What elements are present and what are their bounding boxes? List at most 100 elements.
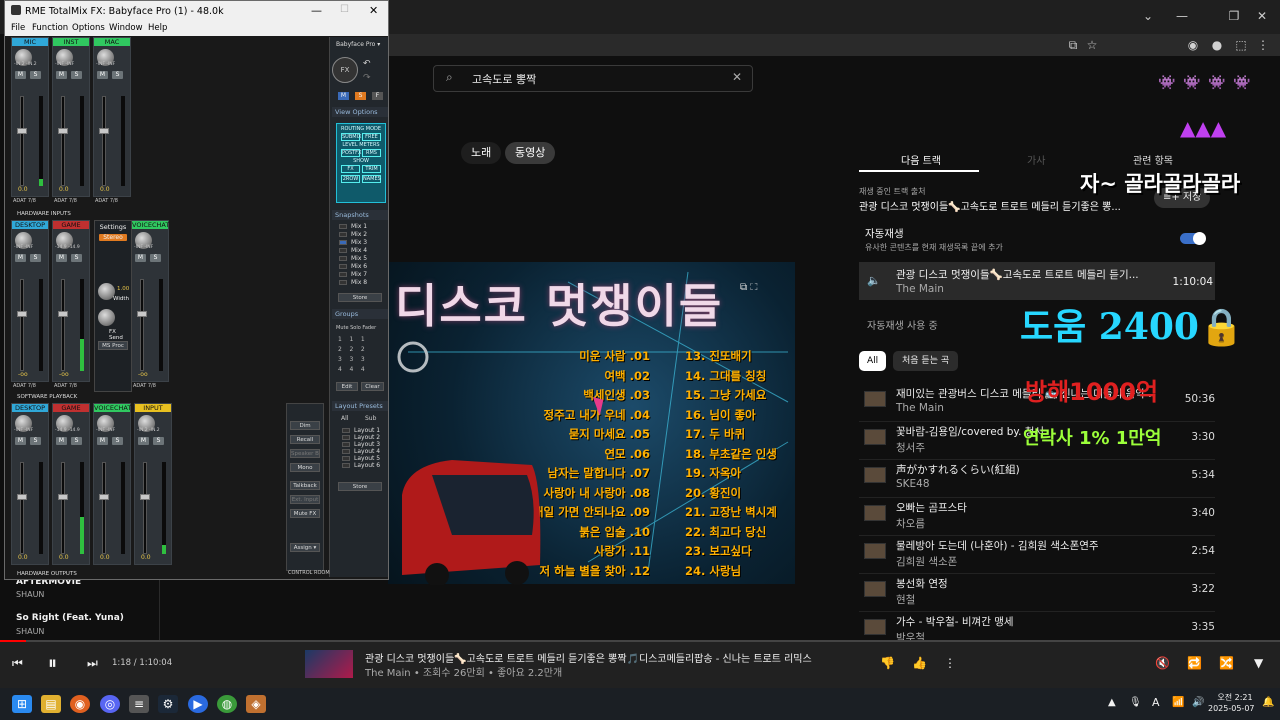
- layout-item[interactable]: Layout 1: [338, 427, 386, 434]
- control-room-button[interactable]: Talkback: [290, 481, 320, 490]
- file-explorer-icon[interactable]: ▤: [41, 695, 61, 713]
- shuffle-icon[interactable]: 🔀: [1219, 656, 1234, 670]
- solo-button[interactable]: S: [30, 71, 41, 79]
- fullscreen-icon[interactable]: ⧉ ⛶: [740, 282, 757, 293]
- minimize-icon[interactable]: —: [1172, 6, 1192, 26]
- bookmark-icon[interactable]: ☆: [1083, 36, 1101, 54]
- fader-track[interactable]: [61, 279, 65, 371]
- menu-options[interactable]: Options: [72, 23, 105, 33]
- fader-cap[interactable]: [140, 494, 150, 501]
- device-selector[interactable]: Babyface Pro ▾: [336, 41, 380, 48]
- layout-tab-all[interactable]: All: [341, 415, 348, 422]
- mute-button[interactable]: M: [15, 254, 26, 262]
- mute-button[interactable]: M: [56, 254, 67, 262]
- notification-icon[interactable]: 🔔: [1262, 697, 1274, 708]
- channel-name[interactable]: MIC: [12, 38, 48, 46]
- fader-cap[interactable]: [17, 494, 27, 501]
- channel-name[interactable]: INPUT: [135, 404, 171, 412]
- control-room-button[interactable]: Ext. Input: [290, 495, 320, 504]
- extension-icon[interactable]: ◉: [1184, 36, 1202, 54]
- current-track-row[interactable]: 🔈 관광 디스코 멋쟁이들🦴고속도로 트로트 메들리 듣기... The Mai…: [859, 262, 1215, 300]
- repeat-icon[interactable]: 🔁: [1187, 656, 1202, 670]
- control-room-button[interactable]: Recall: [290, 435, 320, 444]
- chip-new[interactable]: 처음 듣는 곡: [893, 351, 959, 371]
- layout-presets-header[interactable]: Layout Presets: [332, 401, 388, 411]
- solo-button[interactable]: S: [112, 71, 123, 79]
- totalmix-icon[interactable]: ≡: [129, 695, 149, 713]
- fader-track[interactable]: [102, 96, 106, 186]
- profile-icon[interactable]: ●: [1208, 36, 1226, 54]
- mute-button[interactable]: M: [15, 71, 26, 79]
- 2row-button[interactable]: 2ROW: [341, 175, 360, 183]
- solo-button[interactable]: S: [150, 254, 161, 262]
- groups-edit-button[interactable]: Edit: [336, 382, 358, 391]
- fader-cap[interactable]: [58, 127, 68, 134]
- tab-next-track[interactable]: 다음 트랙: [901, 152, 941, 167]
- fader-cap[interactable]: [58, 494, 68, 501]
- fader-cap[interactable]: [17, 311, 27, 318]
- expand-icon[interactable]: ▼: [1254, 656, 1263, 670]
- discord-icon[interactable]: ◎: [100, 695, 120, 713]
- layout-item[interactable]: Layout 3: [338, 441, 386, 448]
- app-icon[interactable]: ▶: [188, 695, 208, 713]
- snapshot-store-button[interactable]: Store: [338, 293, 382, 302]
- close-icon[interactable]: ✕: [1252, 6, 1272, 26]
- fader-track[interactable]: [143, 462, 147, 554]
- player-thumbnail[interactable]: [305, 650, 353, 678]
- volume-icon[interactable]: 🔊: [1192, 697, 1204, 708]
- search-box[interactable]: ⌕ 고속도로 뽕짝 ✕: [433, 65, 753, 92]
- snapshot-item[interactable]: Mix 3: [335, 239, 385, 247]
- mute-button[interactable]: M: [15, 437, 26, 445]
- control-room-button[interactable]: Speaker B: [290, 449, 320, 458]
- queue-row[interactable]: 물레방아 도는데 (나훈아) - 김희원 색소폰연주 김희원 색소폰 2:54: [859, 536, 1215, 574]
- next-icon[interactable]: ⏭: [87, 656, 98, 671]
- solo-button[interactable]: S: [30, 437, 41, 445]
- menu-file[interactable]: File: [11, 23, 25, 33]
- solo-button[interactable]: S: [30, 254, 41, 262]
- submix-button[interactable]: SUBMIX: [341, 133, 361, 141]
- autoplay-toggle[interactable]: [1180, 232, 1206, 245]
- mute-button[interactable]: M: [135, 254, 146, 262]
- fader-button[interactable]: F: [372, 92, 383, 100]
- maximize-icon[interactable]: ☐: [340, 4, 349, 15]
- dislike-icon[interactable]: 👎: [880, 656, 895, 670]
- master-solo-button[interactable]: S: [355, 92, 366, 100]
- chrome-icon[interactable]: ◍: [217, 695, 237, 713]
- fader-cap[interactable]: [17, 127, 27, 134]
- mute-button[interactable]: M: [56, 71, 67, 79]
- tray-arrow-icon[interactable]: ▲: [1108, 697, 1116, 708]
- mic-icon[interactable]: 🎙: [1129, 697, 1142, 708]
- previous-icon[interactable]: ⏮: [12, 656, 23, 671]
- address-bar[interactable]: [388, 34, 1280, 56]
- channel-name[interactable]: DESKTOP: [12, 221, 48, 229]
- free-button[interactable]: FREE: [362, 133, 381, 141]
- names-button[interactable]: NAMES: [362, 175, 381, 183]
- solo-button[interactable]: S: [71, 437, 82, 445]
- more-icon[interactable]: ⋮: [944, 656, 956, 670]
- groups-clear-button[interactable]: Clear: [361, 382, 384, 391]
- control-room-button[interactable]: Mono: [290, 463, 320, 472]
- windows-start-icon[interactable]: ⊞: [12, 695, 32, 713]
- minimize-icon[interactable]: —: [311, 4, 322, 17]
- menu-function[interactable]: Function: [32, 23, 68, 33]
- rms-button[interactable]: RMS: [362, 149, 381, 157]
- master-mute-button[interactable]: M: [338, 92, 349, 100]
- puzzle-icon[interactable]: ⬚: [1232, 36, 1250, 54]
- fader-cap[interactable]: [99, 127, 109, 134]
- fx-button[interactable]: FX: [332, 57, 358, 83]
- fader-track[interactable]: [20, 96, 24, 186]
- ime-icon[interactable]: A: [1152, 696, 1160, 709]
- wifi-icon[interactable]: 📶: [1172, 697, 1184, 708]
- snapshot-item[interactable]: Mix 2: [335, 231, 385, 239]
- queue-row[interactable]: 오빠는 곰프스타 차오름 3:40: [859, 498, 1215, 536]
- layout-item[interactable]: Layout 5: [338, 455, 386, 462]
- fader-track[interactable]: [61, 96, 65, 186]
- mute-button[interactable]: M: [97, 71, 108, 79]
- now-playing-source[interactable]: 관광 디스코 멋쟁이들🦴고속도로 트로트 메들리 듣기좋은 뽕...: [859, 198, 1154, 213]
- layout-item[interactable]: Layout 6: [338, 462, 386, 469]
- layout-item[interactable]: Layout 4: [338, 448, 386, 455]
- snapshot-item[interactable]: Mix 6: [335, 263, 385, 271]
- layout-item[interactable]: Layout 2: [338, 434, 386, 441]
- more-icon[interactable]: ⋮: [1254, 36, 1272, 54]
- channel-name[interactable]: VOICECHAT: [132, 221, 169, 229]
